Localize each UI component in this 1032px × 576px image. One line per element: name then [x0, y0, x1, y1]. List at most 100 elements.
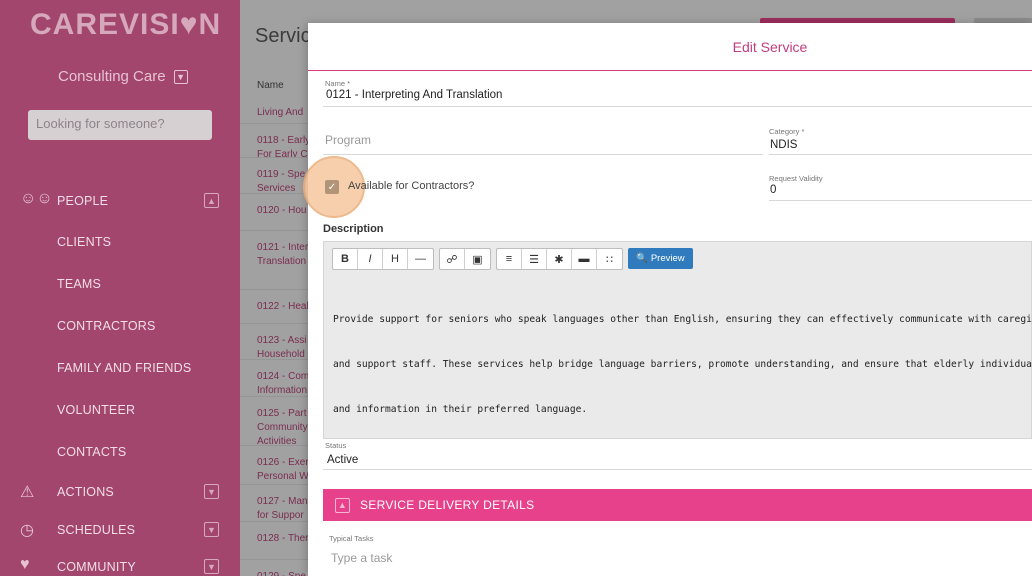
category-label: Category * — [769, 127, 805, 136]
page-title: Servic — [255, 25, 311, 47]
table-row[interactable]: 0120 - Hou — [240, 193, 308, 230]
table-row[interactable]: 0119 - Spe Services — [240, 157, 308, 193]
nav-teams[interactable]: TEAMS — [57, 277, 101, 291]
table-cell: for Suppor — [257, 510, 304, 521]
editor-toolbar: B I H — ☍ ▣ ≡ ☰ ✱ ▬ ∷ 🔍 Preview — [332, 248, 693, 270]
table-row[interactable]: Living And — [240, 104, 308, 123]
validity-underline — [769, 200, 1032, 201]
expand-community-icon[interactable]: ▼ — [204, 559, 219, 574]
status-field[interactable]: Active — [327, 454, 358, 466]
org-name: Consulting Care — [58, 68, 166, 85]
nav-actions[interactable]: ACTIONS — [57, 485, 114, 499]
search-icon: 🔍 — [636, 253, 648, 264]
name-underline — [323, 106, 1032, 107]
program-field[interactable]: Program — [325, 133, 371, 147]
nav-people[interactable]: PEOPLE — [57, 194, 108, 208]
description-title: Description — [323, 223, 384, 235]
nav-contractors[interactable]: CONTRACTORS — [57, 319, 156, 333]
description-text[interactable]: Provide support for seniors who speak la… — [333, 282, 1032, 447]
expand-schedules-icon[interactable]: ▼ — [204, 522, 219, 537]
table-row[interactable]: 0129 - Spe — [240, 559, 308, 576]
table-cell: Services — [257, 183, 296, 193]
org-selector[interactable]: Consulting Care ▼ — [58, 68, 188, 85]
typical-tasks-input[interactable]: Type a task — [331, 551, 392, 565]
chevron-down-icon: ▼ — [173, 69, 188, 84]
table-row[interactable]: 0124 - Com Information — [240, 359, 308, 396]
category-underline — [769, 154, 1032, 155]
available-for-contractors-checkbox[interactable]: ✓ — [325, 180, 339, 194]
nav-volunteer[interactable]: VOLUNTEER — [57, 403, 135, 417]
available-for-contractors-label: Available for Contractors? — [348, 180, 475, 192]
table-cell: 0125 - Part — [257, 408, 307, 419]
nav-family-and-friends[interactable]: FAMILY AND FRIENDS — [57, 361, 191, 375]
table-cell: 0126 - Exer — [257, 457, 308, 468]
description-line-1: Provide support for seniors who speak la… — [333, 314, 1032, 325]
collapse-icon[interactable]: ▲ — [335, 497, 350, 513]
preview-button[interactable]: 🔍 Preview — [628, 248, 693, 269]
table-cell: 0118 - Early — [257, 135, 308, 146]
clock-icon: ◷ — [20, 522, 34, 539]
table-cell: 0123 - Assi — [257, 335, 307, 346]
table-row[interactable]: 0123 - Assi Household — [240, 323, 308, 359]
table-row[interactable]: 0121 - Inter Translation — [240, 230, 308, 289]
service-delivery-details-section[interactable]: ▲ SERVICE DELIVERY DETAILS — [323, 489, 1032, 521]
table-cell: For Early C — [257, 149, 308, 157]
table-cell: 0129 - Spe — [257, 570, 308, 576]
block-group: ≡ ☰ ✱ ▬ ∷ — [496, 248, 623, 270]
description-editor[interactable]: B I H — ☍ ▣ ≡ ☰ ✱ ▬ ∷ 🔍 Preview Provide … — [323, 241, 1032, 439]
unordered-list-icon[interactable]: ☰ — [522, 249, 547, 269]
heading-button[interactable]: H — [383, 249, 408, 269]
table-cell: Activities — [257, 436, 297, 445]
warning-icon: ⚠ — [20, 484, 35, 501]
table-cell: 0121 - Inter — [257, 242, 308, 253]
section-title: SERVICE DELIVERY DETAILS — [360, 498, 535, 512]
table-row[interactable]: 0128 - Ther — [240, 521, 308, 559]
table-cell: 0122 - Heal — [257, 301, 308, 312]
status-underline — [323, 469, 1032, 470]
asterisk-icon[interactable]: ✱ — [547, 249, 572, 269]
table-cell: Household — [257, 349, 305, 359]
table-cell: Translation — [257, 256, 307, 267]
edit-service-modal: Edit Service Name * 0121 - Interpreting … — [303, 23, 1032, 576]
carevision-logo[interactable]: CAREVISI♥N — [30, 8, 221, 42]
horizontal-rule-button[interactable]: — — [408, 249, 433, 269]
table-row[interactable]: 0126 - Exer Personal W — [240, 445, 308, 484]
table-cell: 0128 - Ther — [257, 533, 308, 544]
table-cell: 0127 - Man — [257, 496, 308, 507]
italic-button[interactable]: I — [358, 249, 383, 269]
table-cell: Personal W — [257, 471, 308, 482]
nav-clients[interactable]: CLIENTS — [57, 235, 111, 249]
collapse-people-icon[interactable]: ▲ — [204, 193, 219, 208]
table-cell: Living And — [257, 107, 304, 118]
table-row[interactable]: 0127 - Man for Suppor — [240, 484, 308, 521]
description-line-3: and information in their preferred langu… — [333, 404, 588, 415]
table-cell: Information — [257, 385, 308, 396]
name-field[interactable]: 0121 - Interpreting And Translation — [326, 89, 502, 101]
grid-icon[interactable]: ∷ — [597, 249, 622, 269]
image-icon[interactable]: ▣ — [465, 249, 490, 269]
description-line-2: and support staff. These services help b… — [333, 359, 1032, 370]
program-underline — [323, 154, 763, 155]
table-row[interactable]: 0118 - Early For Early C — [240, 123, 308, 157]
table-row[interactable]: 0125 - Part Community Activities — [240, 396, 308, 445]
table-cell: Community — [257, 422, 308, 433]
sidebar: CAREVISI♥N Consulting Care ▼ Looking for… — [0, 0, 240, 576]
expand-actions-icon[interactable]: ▼ — [204, 484, 219, 499]
nav-contacts[interactable]: CONTACTS — [57, 445, 126, 459]
link-icon[interactable]: ☍ — [440, 249, 465, 269]
status-label: Status — [325, 441, 347, 450]
comment-icon[interactable]: ▬ — [572, 249, 597, 269]
table-row[interactable]: 0122 - Heal — [240, 289, 308, 323]
name-column-header[interactable]: Name — [240, 70, 308, 106]
typical-tasks-label: Typical Tasks — [329, 534, 374, 543]
people-icon: ☺☺ — [20, 190, 53, 207]
table-cell: 0124 - Com — [257, 371, 308, 382]
bold-button[interactable]: B — [333, 249, 358, 269]
search-input[interactable]: Looking for someone? — [28, 110, 212, 140]
format-group: B I H — — [332, 248, 434, 270]
ordered-list-icon[interactable]: ≡ — [497, 249, 522, 269]
nav-community[interactable]: COMMUNITY — [57, 560, 136, 574]
request-validity-field[interactable]: 0 — [770, 184, 776, 196]
category-field[interactable]: NDIS — [770, 139, 797, 151]
nav-schedules[interactable]: SCHEDULES — [57, 523, 135, 537]
